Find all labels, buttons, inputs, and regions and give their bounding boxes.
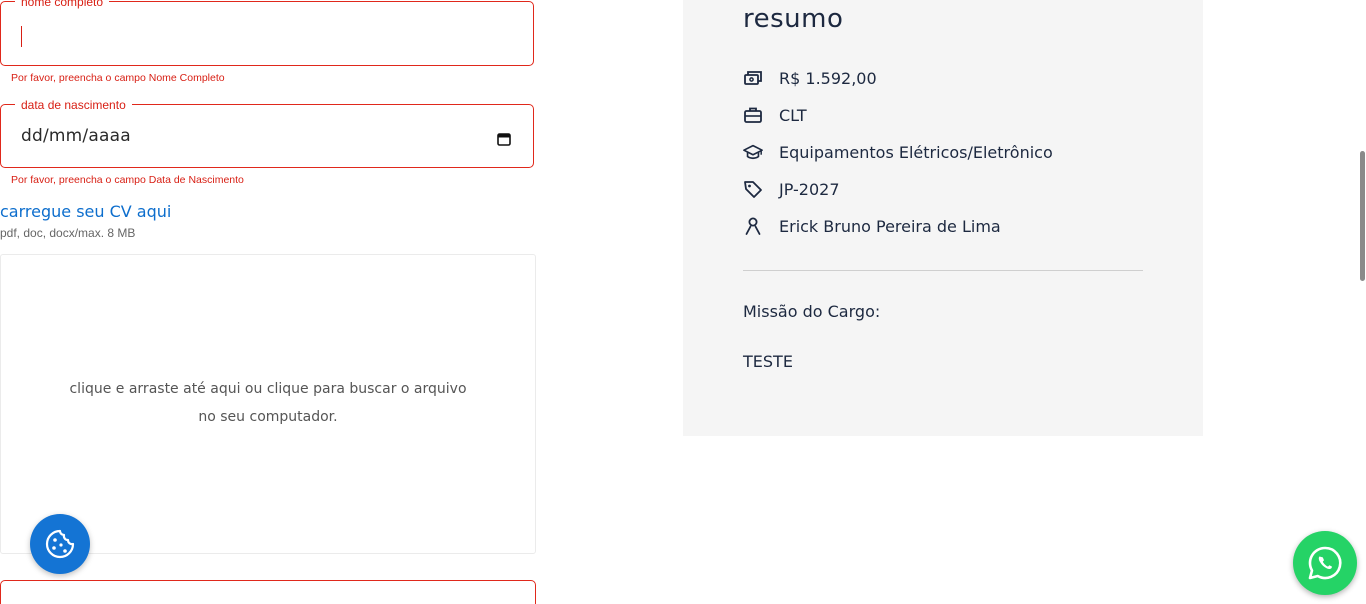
tag-icon — [743, 179, 763, 199]
summary-contract-label: CLT — [779, 105, 807, 125]
money-icon — [743, 68, 763, 88]
cv-upload-hint: pdf, doc, docx/max. 8 MB — [0, 226, 136, 240]
summary-divider — [743, 270, 1143, 271]
page: nome completo Por favor, preencha o camp… — [0, 0, 1366, 604]
next-form-field[interactable] — [0, 580, 536, 604]
person-icon — [743, 216, 763, 236]
birth-date-field[interactable]: data de nascimento dd/mm/aaaa — [0, 98, 534, 168]
graduation-cap-icon — [743, 142, 763, 162]
summary-salary-label: R$ 1.592,00 — [779, 68, 877, 88]
full-name-legend: nome completo — [15, 0, 110, 9]
summary-area: Equipamentos Elétricos/Eletrônico — [743, 142, 1053, 162]
summary-recruiter-label: Erick Bruno Pereira de Lima — [779, 216, 1001, 236]
mission-label: Missão do Cargo: — [743, 302, 881, 321]
mission-value: TESTE — [743, 352, 793, 371]
summary-panel: resumo R$ 1.592,00 CLT Equipamentos Elét… — [683, 0, 1203, 436]
full-name-error: Por favor, preencha o campo Nome Complet… — [11, 72, 225, 84]
scrollbar-thumb[interactable] — [1360, 151, 1365, 281]
cookie-icon — [45, 529, 75, 559]
summary-code: JP-2027 — [743, 179, 840, 199]
summary-code-label: JP-2027 — [779, 179, 840, 199]
briefcase-icon — [743, 105, 763, 125]
summary-salary: R$ 1.592,00 — [743, 68, 877, 88]
birth-date-input[interactable]: dd/mm/aaaa — [21, 105, 513, 167]
summary-area-label: Equipamentos Elétricos/Eletrônico — [779, 142, 1053, 162]
whatsapp-icon — [1308, 546, 1342, 580]
summary-title: resumo — [743, 4, 844, 34]
text-caret — [21, 26, 22, 47]
full-name-field[interactable]: nome completo — [0, 0, 534, 66]
cv-dropzone[interactable]: clique e arraste até aqui ou clique para… — [0, 254, 536, 554]
page-scrollbar[interactable] — [1360, 0, 1366, 604]
cookie-settings-button[interactable] — [30, 514, 90, 574]
cv-dropzone-text: clique e arraste até aqui ou clique para… — [69, 381, 467, 425]
cv-upload-title: carregue seu CV aqui — [0, 202, 172, 221]
calendar-icon[interactable] — [497, 132, 511, 146]
whatsapp-button[interactable] — [1293, 531, 1357, 595]
summary-recruiter: Erick Bruno Pereira de Lima — [743, 216, 1001, 236]
summary-contract: CLT — [743, 105, 807, 125]
birth-date-placeholder: dd/mm/aaaa — [21, 126, 131, 146]
birth-date-error: Por favor, preencha o campo Data de Nasc… — [11, 174, 244, 186]
